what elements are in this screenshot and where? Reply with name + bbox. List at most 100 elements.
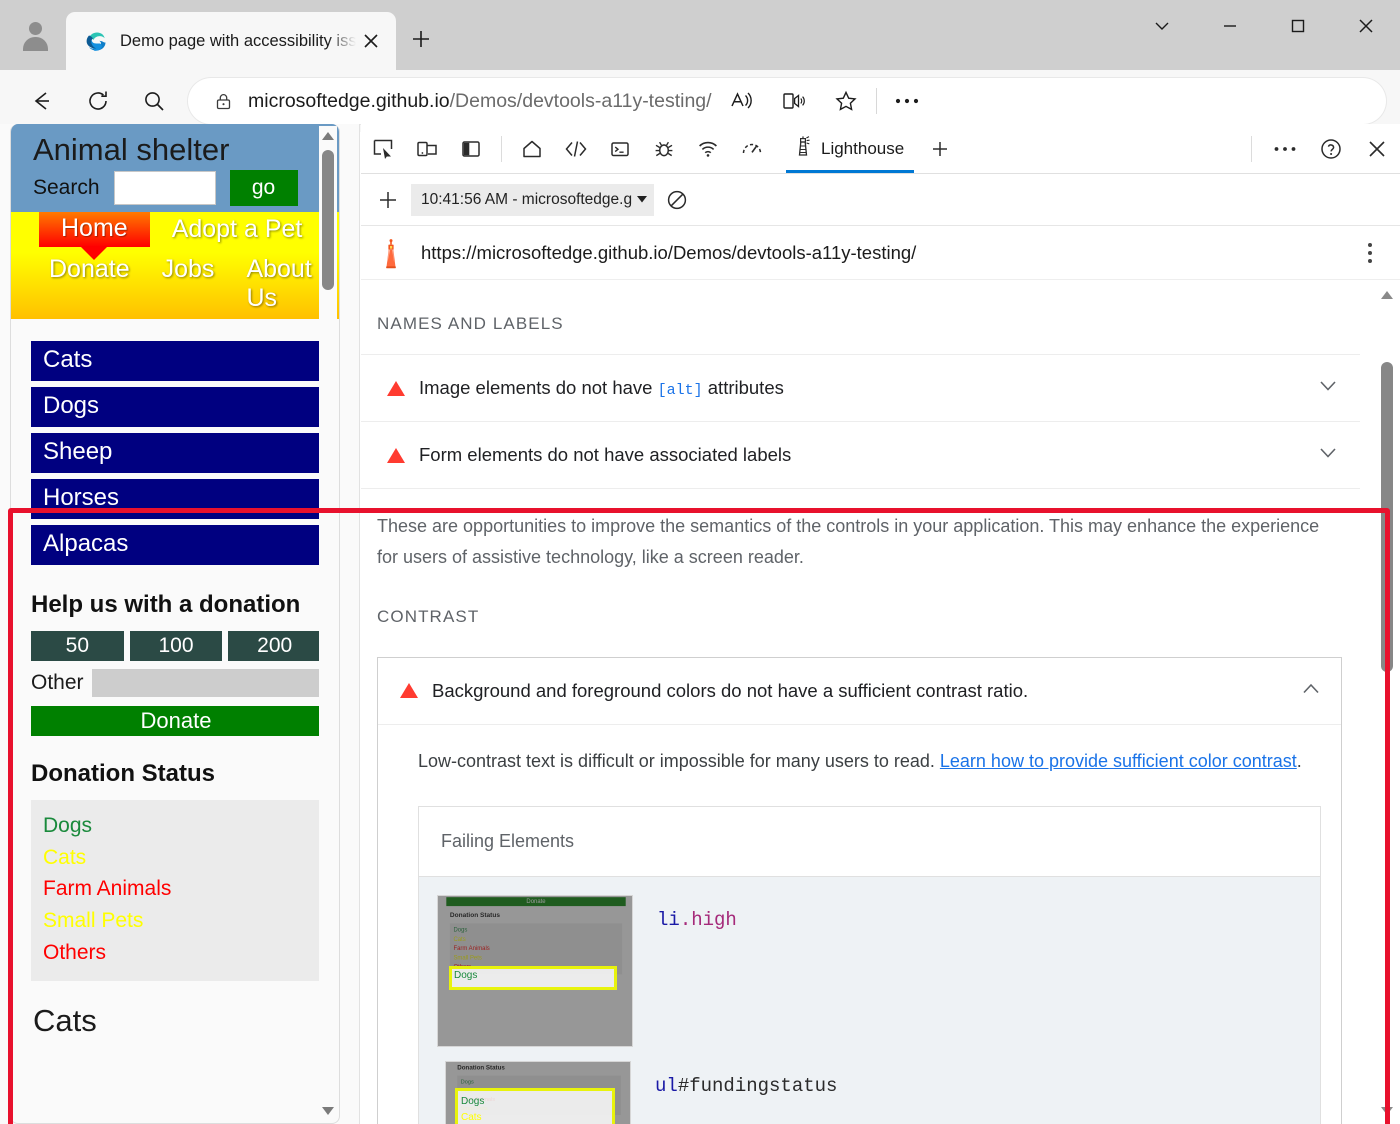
nav-item-adopt[interactable]: Adopt a Pet	[172, 215, 303, 244]
failing-selector-li-high: li.high	[657, 895, 737, 931]
performance-icon[interactable]	[730, 126, 774, 172]
devtools-scroll-down-arrow[interactable]	[1374, 1102, 1400, 1120]
animal-category-sheep[interactable]: Sheep	[31, 432, 321, 473]
donate-button[interactable]: Donate	[31, 705, 321, 736]
favorite-star-icon[interactable]	[820, 79, 872, 123]
nav-item-jobs[interactable]: Jobs	[162, 255, 215, 313]
contrast-audit-header[interactable]: Background and foreground colors do not …	[378, 658, 1341, 724]
nav-row-secondary: Donate Jobs About Us	[11, 255, 339, 313]
more-tools-icon[interactable]	[1262, 127, 1308, 171]
audit-row-image-alt[interactable]: Image elements do not have [alt] attribu…	[361, 354, 1360, 421]
add-panel-button[interactable]	[920, 127, 960, 171]
new-lighthouse-report-button[interactable]	[371, 183, 405, 217]
window-controls	[1128, 0, 1400, 52]
devtools-right-controls	[1241, 127, 1400, 171]
page-scroll-down-arrow[interactable]	[319, 1101, 337, 1121]
chevron-up-icon[interactable]	[1301, 681, 1321, 701]
contrast-learn-link[interactable]: Learn how to provide sufficient color co…	[940, 751, 1297, 771]
sources-debugger-icon[interactable]	[642, 126, 686, 172]
url-bar[interactable]: microsoftedge.github.io/Demos/devtools-a…	[188, 78, 1386, 124]
welcome-home-icon[interactable]	[510, 126, 554, 172]
donation-heading: Help us with a donation	[31, 590, 301, 618]
site-navbar: Home Adopt a Pet Donate Jobs About Us	[11, 211, 339, 319]
animal-category-dogs[interactable]: Dogs	[31, 386, 321, 427]
profile-button[interactable]	[12, 12, 58, 58]
lighthouse-logo-icon	[375, 236, 407, 270]
help-icon[interactable]	[1308, 127, 1354, 171]
report-select[interactable]: 10:41:56 AM - microsoftedge.g	[411, 183, 655, 216]
report-select-label: 10:41:56 AM - microsoftedge.g	[421, 190, 633, 208]
inspect-element-icon[interactable]	[361, 126, 405, 172]
close-window-button[interactable]	[1332, 0, 1400, 52]
donation-status-list: Dogs Cats Farm Animals Small Pets Others	[31, 799, 321, 982]
donation-status-heading: Donation Status	[31, 759, 215, 787]
tab-actions-chevron-icon[interactable]	[1128, 0, 1196, 52]
page-scrollbar[interactable]	[319, 126, 337, 1121]
close-devtools-icon[interactable]	[1354, 127, 1400, 171]
refresh-button[interactable]	[70, 80, 126, 122]
search-input[interactable]	[113, 170, 216, 205]
tab-close-icon[interactable]	[356, 26, 386, 56]
devtools-scrollbar[interactable]	[1374, 280, 1400, 1124]
go-button[interactable]: go	[229, 169, 298, 206]
read-aloud-icon[interactable]	[716, 79, 768, 123]
status-item-dogs: Dogs	[43, 813, 93, 837]
maximize-button[interactable]	[1264, 0, 1332, 52]
failing-elements-table: Failing Elements Donate Donation Status	[418, 805, 1321, 1124]
selector-rest: #fundingstatus	[677, 1074, 838, 1097]
network-icon[interactable]	[686, 126, 730, 172]
element-snapshot-li-high: Donate Donation Status Dogs Cats Farm An…	[437, 894, 633, 1047]
elements-icon[interactable]	[554, 126, 598, 172]
page-scroll-thumb[interactable]	[322, 150, 334, 290]
settings-more-icon[interactable]	[881, 79, 933, 123]
immersive-reader-icon[interactable]	[768, 79, 820, 123]
donation-amount-200[interactable]: 200	[228, 630, 322, 661]
edge-logo-icon	[84, 29, 108, 53]
audit-label-image-alt: Image elements do not have [alt] attribu…	[419, 377, 1304, 399]
tab-title: Demo page with accessibility issu	[120, 31, 356, 50]
snapshot-highlight-labels: Dogs Cats Farm Animals Small Pets	[461, 1094, 522, 1124]
page-scroll-up-arrow[interactable]	[319, 126, 337, 146]
site-header: Animal shelter Search go	[11, 124, 339, 212]
selector-rest: .high	[679, 908, 737, 931]
contrast-audit-description: Low-contrast text is difficult or imposs…	[418, 747, 1321, 776]
dock-side-icon[interactable]	[449, 126, 493, 172]
section-description-names-and-labels: These are opportunities to improve the s…	[361, 488, 1360, 573]
audit-code-alt: [alt]	[657, 382, 703, 399]
animal-category-alpacas[interactable]: Alpacas	[31, 524, 321, 565]
console-icon[interactable]	[598, 126, 642, 172]
animal-category-cats[interactable]: Cats	[31, 340, 321, 381]
minimize-button[interactable]	[1196, 0, 1264, 52]
donation-amount-50[interactable]: 50	[31, 630, 124, 661]
fail-triangle-icon	[387, 380, 405, 396]
lighthouse-icon	[792, 134, 814, 163]
contrast-audit-body: Low-contrast text is difficult or imposs…	[378, 723, 1341, 1124]
fail-triangle-icon	[400, 683, 418, 699]
device-emulation-icon[interactable]	[405, 126, 449, 172]
snapshot-hl-item: Dogs	[461, 1095, 485, 1107]
browser-tab[interactable]: Demo page with accessibility issu	[66, 12, 396, 70]
donation-amount-row: 50 100 200	[11, 619, 339, 661]
clear-reports-button[interactable]	[660, 183, 694, 217]
more-options-icon[interactable]	[1358, 242, 1382, 263]
audit-row-form-labels[interactable]: Form elements do not have associated lab…	[361, 421, 1360, 488]
nav-item-home[interactable]: Home	[39, 211, 150, 247]
new-tab-button[interactable]	[404, 22, 438, 56]
devtools-scroll-thumb[interactable]	[1381, 362, 1393, 672]
other-amount-input[interactable]	[91, 668, 321, 697]
devtools-scroll-up-arrow[interactable]	[1374, 286, 1400, 304]
nav-item-donate[interactable]: Donate	[49, 255, 130, 313]
tab-lighthouse[interactable]: Lighthouse	[780, 125, 920, 173]
status-item-farm-animals: Farm Animals	[43, 877, 172, 901]
report-scroll-area: NAMES AND LABELS Image elements do not h…	[361, 280, 1360, 1124]
chevron-down-icon[interactable]	[1318, 378, 1338, 398]
chevron-down-icon[interactable]	[1318, 445, 1338, 465]
edge-browser-window: Demo page with accessibility issu micros…	[0, 0, 1400, 1124]
back-button[interactable]	[14, 80, 70, 122]
animal-category-horses[interactable]: Horses	[31, 478, 321, 519]
search-icon[interactable]	[126, 80, 182, 122]
element-snapshot-ul-fundingstatus: Donation Status Dogs Cats Farm Animals S…	[445, 1060, 631, 1124]
lighthouse-url-row: https://microsoftedge.github.io/Demos/de…	[361, 226, 1400, 280]
donation-other-row: Other	[11, 661, 339, 697]
donation-amount-100[interactable]: 100	[129, 630, 223, 661]
